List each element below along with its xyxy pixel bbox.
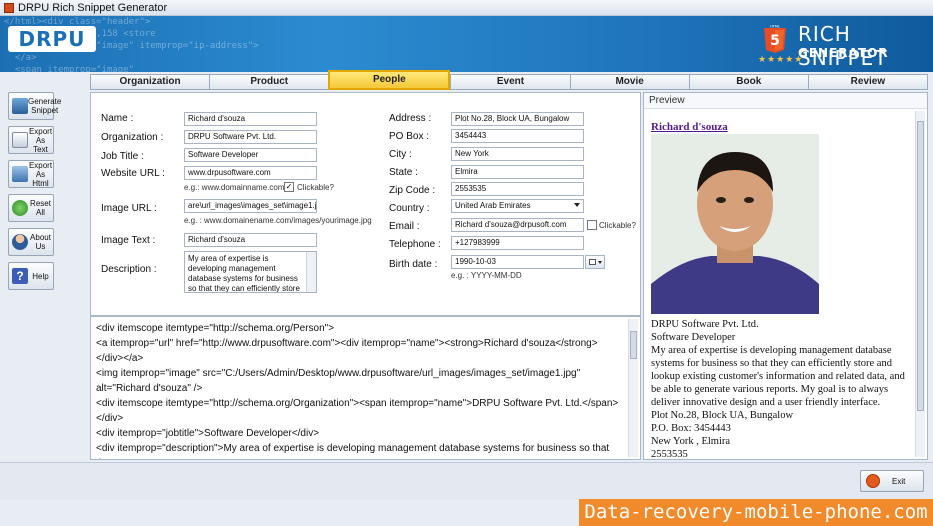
preview-scrollbar-thumb[interactable] (917, 121, 924, 411)
code-scrollbar[interactable] (628, 319, 638, 457)
state-input[interactable]: Elmira (451, 165, 584, 179)
snippet-code-text: <div itemscope itemtype="http://schema.o… (96, 323, 619, 459)
email-clickable-label: Clickable? (599, 221, 636, 230)
image-url-input[interactable]: are\url_images\images_set\image1.jpg (184, 199, 317, 213)
city-input[interactable]: New York (451, 147, 584, 161)
title-bar: DRPU Rich Snippet Generator (0, 0, 933, 16)
zip-code-input[interactable]: 2553535 (451, 182, 584, 196)
rating-stars-icon: ★★★★★ (758, 54, 804, 64)
export-text-icon (12, 132, 28, 148)
organization-label: Organization : (101, 132, 164, 143)
reset-all-button[interactable]: Reset All (8, 194, 54, 222)
country-value: United Arab Emirates (455, 201, 531, 210)
export-text-button[interactable]: Export As Text (8, 126, 54, 154)
preview-organization: DRPU Software Pvt. Ltd. (651, 319, 759, 330)
website-url-input[interactable]: www.drpusoftware.com (184, 166, 317, 180)
preview-zip: 2553535 (651, 449, 688, 460)
watermark: Data-recovery-mobile-phone.com (579, 499, 933, 526)
preview-name-link[interactable]: Richard d'souza (651, 121, 728, 133)
organization-input[interactable]: DRPU Software Pvt. Ltd. (184, 130, 317, 144)
website-clickable-checkbox[interactable]: ✓ (284, 182, 294, 192)
help-button[interactable]: ? Help (8, 262, 54, 290)
app-icon (4, 2, 14, 13)
preview-header: Preview (644, 93, 927, 109)
birth-date-hint: e.g. : YYYY-MM-DD (451, 271, 522, 280)
website-url-label: Website URL : (101, 168, 165, 179)
tab-product[interactable]: Product (209, 74, 329, 90)
snippet-code-output[interactable]: <div itemscope itemtype="http://schema.o… (90, 316, 641, 460)
po-box-label: PO Box : (389, 131, 430, 142)
chevron-down-icon (574, 203, 580, 207)
description-scrollbar[interactable] (306, 252, 316, 292)
tab-organization[interactable]: Organization (90, 74, 210, 90)
user-icon (12, 234, 28, 250)
product-subtitle: GENERATOR (798, 46, 889, 60)
html5-label: HTML (770, 25, 780, 29)
birth-date-label: Birth date : (389, 259, 438, 270)
export-html-button[interactable]: Export As Html (8, 160, 54, 188)
preview-po-box: P.O. Box: 3454443 (651, 423, 731, 434)
help-icon: ? (12, 268, 28, 284)
job-title-input[interactable]: Software Developer (184, 148, 317, 162)
about-us-button[interactable]: About Us (8, 228, 54, 256)
power-icon (866, 474, 880, 488)
description-label: Description : (101, 264, 157, 275)
bottom-bar (0, 462, 933, 500)
preview-details: DRPU Software Pvt. Ltd. Software Develop… (651, 318, 917, 460)
drpu-logo: DRPU (8, 26, 96, 52)
exit-button[interactable]: Exit (860, 470, 924, 492)
tab-review[interactable]: Review (807, 74, 928, 90)
email-input[interactable]: Richard d'souza@drpusoft.com (451, 218, 584, 232)
description-text: My area of expertise is developing manag… (188, 254, 300, 293)
reset-icon (12, 200, 28, 216)
preview-description: My area of expertise is developing manag… (651, 345, 905, 408)
country-label: Country : (389, 203, 430, 214)
banner: </html><div class="header"> ++/ 14 19,99… (0, 16, 933, 72)
image-text-input[interactable]: Richard d'souza (184, 233, 317, 247)
schema-tabs: Organization Product People Event Movie … (90, 70, 928, 90)
address-label: Address : (389, 113, 432, 124)
website-clickable-label: Clickable? (297, 183, 334, 192)
sidebar: Generate Snippet Export As Text Export A… (8, 92, 61, 296)
preview-panel: Preview Richard d'souza DRPU Software Pv… (643, 92, 928, 460)
window-title: DRPU Rich Snippet Generator (18, 1, 168, 14)
name-label: Name : (101, 113, 134, 124)
name-input[interactable]: Richard d'souza (184, 112, 317, 126)
preview-address: Plot No.28, Block UA, Bungalow (651, 410, 794, 421)
image-url-hint: e.g. : www.domainename.com/images/yourim… (184, 216, 372, 225)
birth-date-input[interactable]: 1990-10-03 (451, 255, 584, 269)
export-html-icon (12, 166, 28, 182)
address-input[interactable]: Plot No.28, Block UA, Bungalow (451, 112, 584, 126)
state-label: State : (389, 167, 418, 178)
html5-icon: 5 HTML (764, 25, 786, 53)
svg-text:5: 5 (770, 33, 780, 49)
website-url-hint: e.g.: www.domainname.com (184, 183, 285, 192)
tab-movie[interactable]: Movie (569, 74, 689, 90)
code-scrollbar-thumb[interactable] (630, 331, 637, 359)
telephone-label: Telephone : (389, 239, 441, 250)
tab-event[interactable]: Event (450, 74, 570, 90)
calendar-icon[interactable] (585, 255, 605, 269)
city-label: City : (389, 149, 412, 160)
email-label: Email : (389, 221, 420, 232)
country-select[interactable]: United Arab Emirates (451, 199, 584, 213)
people-form: Name : Richard d'souza Organization : DR… (90, 92, 641, 316)
generate-icon (12, 98, 28, 114)
zip-code-label: Zip Code : (389, 185, 436, 196)
tab-people[interactable]: People (328, 70, 451, 90)
preview-city-state: New York , Elmira (651, 436, 731, 447)
preview-scrollbar[interactable] (915, 111, 925, 457)
preview-job-title: Software Developer (651, 332, 736, 343)
image-url-label: Image URL : (101, 203, 157, 214)
job-title-label: Job Title : (101, 151, 144, 162)
generate-snippet-button[interactable]: Generate Snippet (8, 92, 61, 120)
telephone-input[interactable]: +127983999 (451, 236, 584, 250)
po-box-input[interactable]: 3454443 (451, 129, 584, 143)
description-textarea[interactable]: My area of expertise is developing manag… (184, 251, 317, 293)
email-clickable-checkbox[interactable] (587, 220, 597, 230)
tab-book[interactable]: Book (688, 74, 808, 90)
image-text-label: Image Text : (101, 235, 156, 246)
person-photo (651, 134, 819, 314)
